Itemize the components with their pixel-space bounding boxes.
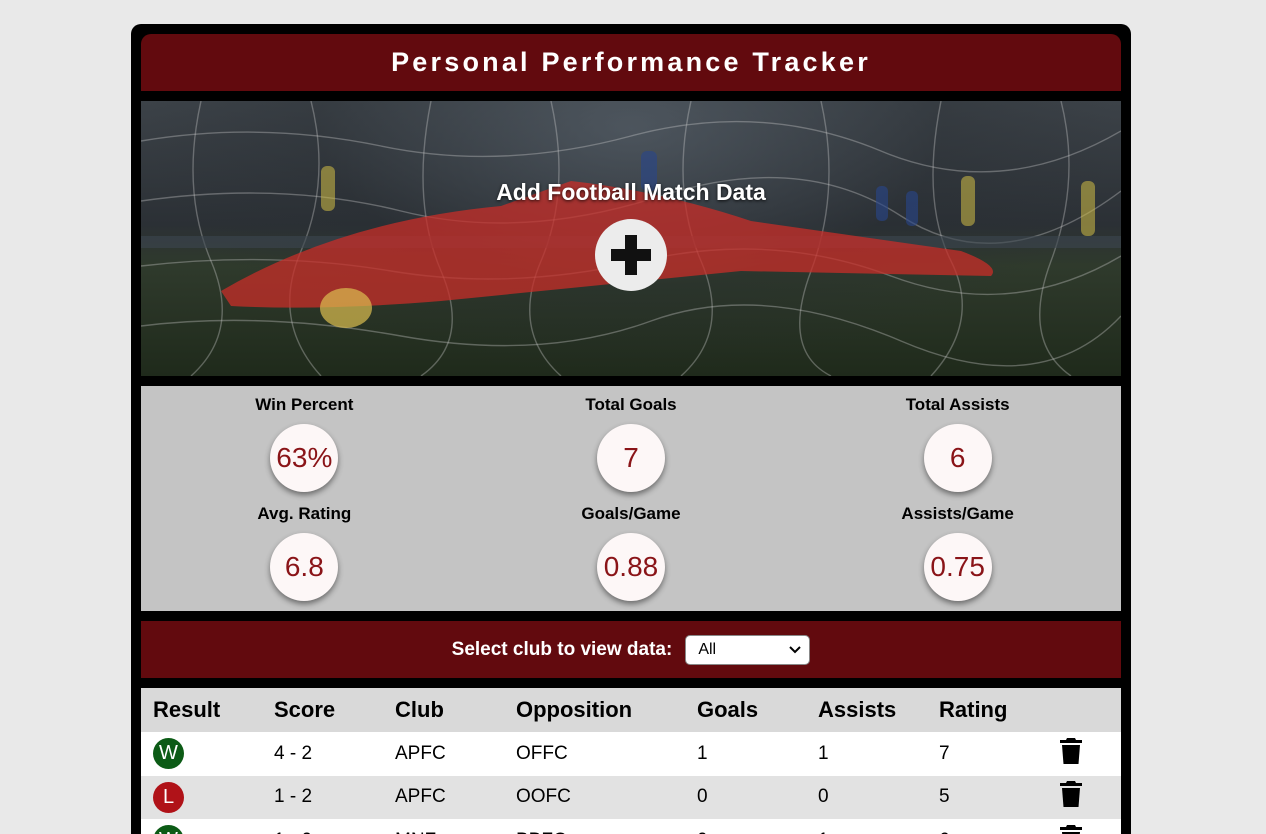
- score-cell: 4 - 2: [274, 742, 313, 764]
- title-bar: Personal Performance Tracker: [141, 34, 1121, 91]
- trash-icon[interactable]: [1060, 781, 1082, 813]
- rating-cell: 7: [939, 742, 950, 764]
- column-header-result: Result: [141, 688, 262, 732]
- result-badge-win: W: [153, 738, 184, 770]
- score-cell: 1 - 2: [262, 775, 383, 819]
- rating-cell: 6: [927, 819, 1048, 834]
- column-header-club: Club: [383, 688, 504, 732]
- club-cell: APFC: [395, 742, 446, 764]
- table-row: W 1 - 0 MNF BBFC 0 1 6: [141, 819, 1121, 834]
- matches-table-container: Result Score Club Opposition Goals Assis…: [141, 688, 1121, 834]
- stat-total-goals: Total Goals 7: [468, 395, 795, 504]
- stat-avg-rating: Avg. Rating 6.8: [141, 504, 468, 613]
- club-filter-bar: Select club to view data: All: [141, 621, 1121, 678]
- stats-panel: Win Percent 63% Total Goals 7 Total Assi…: [141, 386, 1121, 611]
- opposition-cell: OOFC: [504, 775, 685, 819]
- column-header-score: Score: [262, 688, 383, 732]
- chevron-down-icon: [789, 645, 802, 653]
- score-cell: 1 - 0: [262, 819, 383, 834]
- table-row: L 1 - 2 APFC OOFC 0 0 5: [141, 775, 1121, 819]
- page-title: Personal Performance Tracker: [391, 47, 871, 77]
- assists-cell: 1: [818, 742, 829, 764]
- goals-cell: 1: [697, 742, 708, 764]
- stat-label: Avg. Rating: [257, 504, 352, 523]
- assists-cell: 1: [806, 819, 927, 834]
- stat-total-assists: Total Assists 6: [794, 395, 1121, 504]
- column-header-rating: Rating: [927, 688, 1048, 732]
- stat-value: 6: [923, 424, 992, 492]
- column-header-goals: Goals: [685, 688, 806, 732]
- table-header-row: Result Score Club Opposition Goals Assis…: [141, 688, 1121, 732]
- stat-assists-per-game: Assists/Game 0.75: [794, 504, 1121, 613]
- club-cell: MNF: [383, 819, 504, 834]
- club-cell: APFC: [383, 775, 504, 819]
- matches-table: Result Score Club Opposition Goals Assis…: [141, 688, 1121, 834]
- add-match-title: Add Football Match Data: [496, 179, 766, 205]
- opposition-cell: BBFC: [504, 819, 685, 834]
- result-badge-win: W: [153, 825, 184, 834]
- stat-label: Goals/Game: [581, 504, 681, 523]
- stat-win-percent: Win Percent 63%: [141, 395, 468, 504]
- assists-cell: 0: [806, 775, 927, 819]
- club-select-value: All: [698, 640, 717, 658]
- app-frame: Personal Performance Tracker Add Footbal…: [131, 24, 1131, 834]
- stat-value: 63%: [270, 424, 339, 492]
- result-cell: W: [141, 819, 262, 834]
- stat-value: 7: [596, 424, 665, 492]
- column-header-delete: [1048, 688, 1121, 732]
- result-cell: L: [141, 775, 262, 819]
- stat-value: 0.75: [923, 533, 992, 601]
- club-select[interactable]: All: [685, 634, 811, 665]
- trash-icon[interactable]: [1060, 824, 1082, 834]
- stat-label: Assists/Game: [901, 504, 1014, 523]
- delete-cell: [1048, 732, 1121, 776]
- stat-value: 0.88: [596, 533, 665, 601]
- add-match-button[interactable]: [595, 219, 667, 291]
- result-cell: W: [141, 732, 262, 776]
- opposition-cell: OFFC: [516, 742, 568, 764]
- hero-banner: Add Football Match Data: [141, 101, 1121, 376]
- table-row: W 4 - 2 APFC OFFC 1 1 7: [141, 732, 1121, 776]
- stat-goals-per-game: Goals/Game 0.88: [468, 504, 795, 613]
- stat-label: Total Assists: [905, 395, 1010, 414]
- goals-cell: 0: [685, 819, 806, 834]
- add-match-section: Add Football Match Data: [141, 179, 1121, 291]
- goals-cell: 0: [685, 775, 806, 819]
- stat-label: Total Goals: [585, 395, 677, 414]
- trash-icon[interactable]: [1060, 737, 1082, 770]
- stat-value: 6.8: [270, 533, 339, 601]
- delete-cell: [1048, 819, 1121, 834]
- column-header-assists: Assists: [806, 688, 927, 732]
- plus-icon: [611, 235, 651, 275]
- column-header-opposition: Opposition: [504, 688, 685, 732]
- result-badge-loss: L: [153, 781, 184, 813]
- delete-cell: [1048, 775, 1121, 819]
- rating-cell: 5: [927, 775, 1048, 819]
- club-filter-label: Select club to view data:: [451, 638, 673, 660]
- stat-label: Win Percent: [255, 395, 354, 414]
